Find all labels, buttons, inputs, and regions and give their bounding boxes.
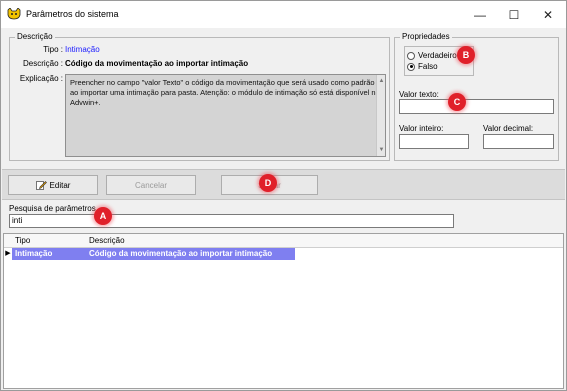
maximize-button[interactable]: ☐ — [497, 1, 531, 28]
editar-label: Editar — [49, 180, 71, 190]
editar-button[interactable]: Editar — [8, 175, 98, 195]
valor-inteiro-input[interactable] — [399, 134, 469, 149]
radio-verdadeiro-label: Verdadeiro — [418, 51, 457, 60]
minimize-icon: — — [474, 7, 486, 22]
callout-badge-b: B — [457, 46, 475, 64]
valor-texto-input[interactable] — [399, 99, 554, 114]
callout-badge-a: A — [94, 207, 112, 225]
parametros-window: Parâmetros do sistema — ☐ ✕ Descrição Ti… — [0, 0, 567, 391]
row-tipo-cell: Intimação — [15, 249, 53, 258]
close-button[interactable]: ✕ — [531, 1, 565, 28]
valor-decimal-label: Valor decimal: — [483, 124, 534, 133]
app-logo-icon — [7, 8, 21, 20]
radio-verdadeiro-circle[interactable] — [407, 51, 415, 60]
table-row[interactable]: ▶ Intimação Código da movimentação ao im… — [4, 248, 563, 260]
close-icon: ✕ — [542, 7, 554, 22]
tipo-label: Tipo : — [43, 45, 63, 54]
radio-falso[interactable]: Falso — [407, 62, 438, 71]
search-label: Pesquisa de parâmetros — [9, 204, 96, 213]
explicacao-textarea[interactable]: Preencher no campo "valor Texto" o códig… — [65, 74, 386, 157]
search-input[interactable]: inti — [9, 214, 454, 228]
grid-header: Tipo Descrição — [4, 234, 563, 248]
descricao-label: Descrição : — [22, 59, 63, 68]
explicacao-text: Preencher no campo "valor Texto" o códig… — [70, 78, 380, 107]
column-header-descricao[interactable]: Descrição — [89, 236, 125, 245]
action-toolbar: Editar Cancelar Salvar — [2, 169, 565, 200]
column-header-tipo[interactable]: Tipo — [15, 236, 30, 245]
descricao-value: Código da movimentação ao importar intim… — [65, 59, 249, 68]
parametros-grid: Tipo Descrição ▶ Intimação Código da mov… — [3, 233, 564, 389]
callout-badge-d: D — [259, 174, 277, 192]
propriedades-group: Propriedades Verdadeiro Falso Valor text… — [394, 32, 559, 161]
cancelar-button[interactable]: Cancelar — [106, 175, 196, 195]
selected-row-highlight[interactable]: Intimação Código da movimentação ao impo… — [12, 248, 295, 260]
title-bar: Parâmetros do sistema — ☐ ✕ — [1, 1, 566, 28]
pencil-edit-icon — [35, 181, 47, 190]
maximize-icon: ☐ — [508, 7, 520, 22]
cancelar-label: Cancelar — [134, 180, 167, 190]
row-descricao-cell: Código da movimentação ao importar intim… — [89, 249, 273, 258]
descricao-group: Descrição Tipo : Intimação Descrição : C… — [9, 32, 390, 161]
radio-verdadeiro[interactable]: Verdadeiro — [407, 51, 457, 60]
explicacao-scrollbar[interactable]: ▲ ▼ — [376, 75, 385, 156]
radio-falso-label: Falso — [418, 62, 438, 71]
window-title: Parâmetros do sistema — [26, 9, 119, 19]
radio-falso-circle[interactable] — [407, 62, 415, 71]
propriedades-legend: Propriedades — [400, 32, 452, 41]
scroll-up-icon[interactable]: ▲ — [378, 76, 385, 86]
minimize-button[interactable]: — — [463, 1, 497, 28]
callout-badge-c: C — [448, 93, 466, 111]
valor-inteiro-label: Valor inteiro: — [399, 124, 444, 133]
explicacao-label: Explicação : — [19, 74, 63, 83]
valor-decimal-input[interactable] — [483, 134, 554, 149]
valor-texto-label: Valor texto: — [399, 90, 439, 99]
tipo-value: Intimação — [65, 45, 100, 54]
current-row-indicator-icon: ▶ — [4, 248, 12, 260]
descricao-legend: Descrição — [15, 32, 55, 41]
scroll-down-icon[interactable]: ▼ — [378, 145, 385, 155]
